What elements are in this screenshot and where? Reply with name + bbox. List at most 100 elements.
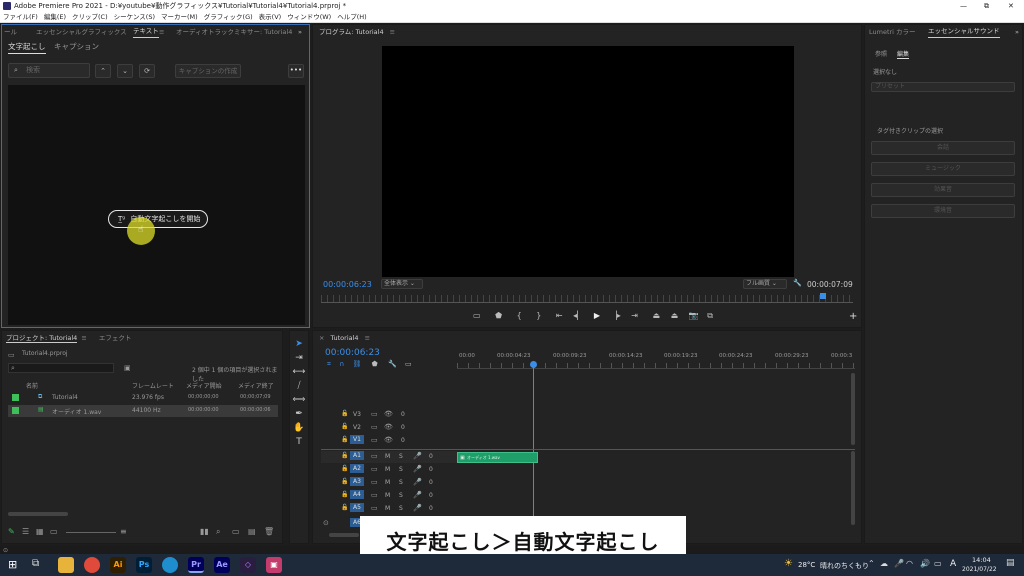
menu-edit[interactable]: 編集(E) bbox=[44, 13, 66, 21]
table-row[interactable]: ▤ オーディオ 1.wav 44100 Hz 00:00:00:00 00:00… bbox=[8, 405, 278, 417]
music-button[interactable]: ミュージック bbox=[871, 162, 1015, 176]
slip-tool-icon[interactable]: ⟺ bbox=[290, 395, 308, 405]
go-to-out-icon[interactable]: ⇥ bbox=[631, 311, 638, 320]
eye-icon[interactable]: 👁 bbox=[384, 423, 393, 431]
zoom-select[interactable]: 全体表示 ⌄ bbox=[381, 279, 423, 289]
ripple-edit-tool-icon[interactable]: ⟷ bbox=[290, 367, 308, 377]
timeline-menu-icon[interactable]: ≡ bbox=[365, 334, 370, 342]
project-menu-icon[interactable]: ≡ bbox=[81, 334, 86, 342]
step-forward-icon[interactable]: ▕▸ bbox=[611, 311, 621, 320]
find-icon[interactable]: ⌕ bbox=[216, 527, 220, 537]
sync-lock-icon[interactable]: ▭ bbox=[371, 478, 378, 486]
mute-button[interactable]: M bbox=[385, 492, 390, 499]
new-item-icon[interactable]: ▤ bbox=[248, 527, 256, 536]
battery-icon[interactable]: ▭ bbox=[934, 559, 942, 568]
eye-icon[interactable]: 👁 bbox=[384, 436, 393, 444]
illustrator-icon[interactable]: Ai bbox=[110, 557, 126, 573]
auto-transcribe-button[interactable]: T̲ᵍ 自動文字起こしを開始 bbox=[108, 210, 208, 228]
sort-icon[interactable]: ≡ bbox=[120, 527, 127, 536]
track-name[interactable]: A5 bbox=[350, 503, 364, 512]
step-back-icon[interactable]: ◂▏ bbox=[573, 311, 583, 320]
weather-icon[interactable]: ☀ bbox=[784, 558, 793, 569]
play-icon[interactable]: ▶ bbox=[594, 311, 600, 320]
mark-out-icon[interactable]: } bbox=[536, 311, 541, 320]
timeline-close-icon[interactable]: × bbox=[319, 334, 324, 342]
safe-margins-icon[interactable]: ▭ bbox=[473, 311, 481, 320]
track-select-tool-icon[interactable]: ⇥ bbox=[290, 353, 308, 363]
premiere-icon[interactable]: Pr bbox=[188, 557, 204, 573]
capture-app-icon[interactable]: ▣ bbox=[266, 557, 282, 573]
panel-menu-icon[interactable]: ≡ bbox=[159, 25, 164, 39]
clock-date[interactable]: 2021/07/22 bbox=[962, 566, 997, 573]
track-name[interactable]: A2 bbox=[350, 464, 364, 473]
solo-button[interactable]: S bbox=[399, 453, 403, 460]
timeline-timecode[interactable]: 00:00:06:23 bbox=[325, 348, 380, 358]
menu-graphics[interactable]: グラフィック(G) bbox=[204, 13, 253, 21]
menu-view[interactable]: 表示(V) bbox=[259, 13, 282, 21]
tray-chevron-icon[interactable]: ⌃ bbox=[868, 559, 875, 568]
task-view-icon[interactable]: ⧉ bbox=[32, 558, 39, 569]
quality-select[interactable]: フル画質 ⌄ bbox=[743, 279, 787, 289]
lock-icon[interactable]: 🔓 bbox=[341, 504, 348, 511]
sync-lock-icon[interactable]: ▭ bbox=[371, 436, 378, 444]
clock-time[interactable]: 14:04 bbox=[972, 556, 991, 564]
menu-clip[interactable]: クリップ(C) bbox=[72, 13, 108, 21]
tab-audio-mixer[interactable]: オーディオトラックミキサー: Tutorial4 bbox=[176, 25, 292, 39]
eye-icon[interactable]: 👁 bbox=[384, 410, 393, 418]
new-bin-search-icon[interactable]: ▣ bbox=[124, 364, 131, 372]
solo-button[interactable]: S bbox=[399, 466, 403, 473]
subtab-browse[interactable]: 参照 bbox=[875, 49, 887, 58]
volume-icon[interactable]: 🔊 bbox=[920, 559, 930, 568]
mark-in-icon[interactable]: { bbox=[517, 311, 522, 320]
timeline-settings-icon[interactable]: 🔧 bbox=[388, 360, 397, 368]
lock-icon[interactable]: 🔓 bbox=[341, 436, 348, 443]
track-name[interactable]: V2 bbox=[353, 424, 361, 431]
tab-captions[interactable]: キャプション bbox=[54, 41, 99, 52]
program-playhead[interactable] bbox=[820, 293, 826, 299]
mute-button[interactable]: M bbox=[385, 505, 390, 512]
pencil-icon[interactable]: ✎ bbox=[8, 527, 15, 536]
sync-lock-icon[interactable]: ▭ bbox=[371, 452, 378, 460]
sync-lock-icon[interactable]: ▭ bbox=[371, 504, 378, 512]
microphone-icon[interactable]: 🎤 bbox=[413, 465, 422, 473]
photoshop-icon[interactable]: Ps bbox=[136, 557, 152, 573]
tab-effects[interactable]: エフェクト bbox=[99, 334, 132, 342]
file-explorer-icon[interactable] bbox=[58, 557, 74, 573]
col-name[interactable]: 名前 bbox=[26, 381, 38, 390]
lock-icon[interactable]: 🔓 bbox=[341, 423, 348, 430]
minimize-button[interactable]: — bbox=[960, 0, 967, 12]
menu-file[interactable]: ファイル(F) bbox=[3, 13, 38, 21]
tab-essential-graphics[interactable]: エッセンシャルグラフィックス bbox=[36, 25, 127, 39]
menu-window[interactable]: ウィンドウ(W) bbox=[287, 13, 331, 21]
lock-icon[interactable]: 🔓 bbox=[341, 465, 348, 472]
sync-lock-icon[interactable]: ▭ bbox=[371, 423, 378, 431]
project-title[interactable]: プロジェクト: Tutorial4 bbox=[6, 334, 78, 343]
linked-selection-icon[interactable]: ⛓ bbox=[353, 360, 362, 368]
right-more-icon[interactable]: » bbox=[1015, 25, 1019, 39]
timeline-title[interactable]: Tutorial4 bbox=[331, 334, 359, 342]
microphone-tray-icon[interactable]: 🎤 bbox=[894, 559, 904, 568]
more-panels-icon[interactable]: » bbox=[298, 25, 302, 39]
horizontal-scrollbar[interactable] bbox=[329, 533, 359, 537]
video-scrollbar[interactable] bbox=[851, 373, 855, 445]
ambience-button[interactable]: 環境音 bbox=[871, 204, 1015, 218]
program-menu-icon[interactable]: ≡ bbox=[390, 28, 395, 36]
tab-cut[interactable]: ール bbox=[4, 25, 17, 39]
tab-text[interactable]: テキスト bbox=[133, 25, 159, 38]
replace-icon[interactable]: ⟳ bbox=[139, 64, 155, 78]
menu-help[interactable]: ヘルプ(H) bbox=[337, 13, 366, 21]
tab-essential-sound[interactable]: エッセンシャルサウンド bbox=[928, 25, 1000, 38]
microphone-icon[interactable]: 🎤 bbox=[413, 478, 422, 486]
snap-icon[interactable]: ∩ bbox=[339, 360, 344, 368]
playhead-handle[interactable] bbox=[530, 361, 537, 368]
icon-view-icon[interactable]: ▦ bbox=[36, 527, 44, 536]
menu-sequence[interactable]: シーケンス(S) bbox=[114, 13, 155, 21]
track-name[interactable]: A1 bbox=[350, 451, 364, 460]
windows-start-icon[interactable]: ⊞ bbox=[8, 558, 17, 571]
automate-icon[interactable]: ▮▮ bbox=[200, 527, 209, 536]
dialogue-button[interactable]: 会話 bbox=[871, 141, 1015, 155]
create-captions-button[interactable]: キャプションの作成 bbox=[175, 64, 241, 78]
previous-result-button[interactable]: ⌃ bbox=[95, 64, 111, 78]
add-button-icon[interactable]: + bbox=[849, 311, 857, 322]
menu-marker[interactable]: マーカー(M) bbox=[161, 13, 198, 21]
